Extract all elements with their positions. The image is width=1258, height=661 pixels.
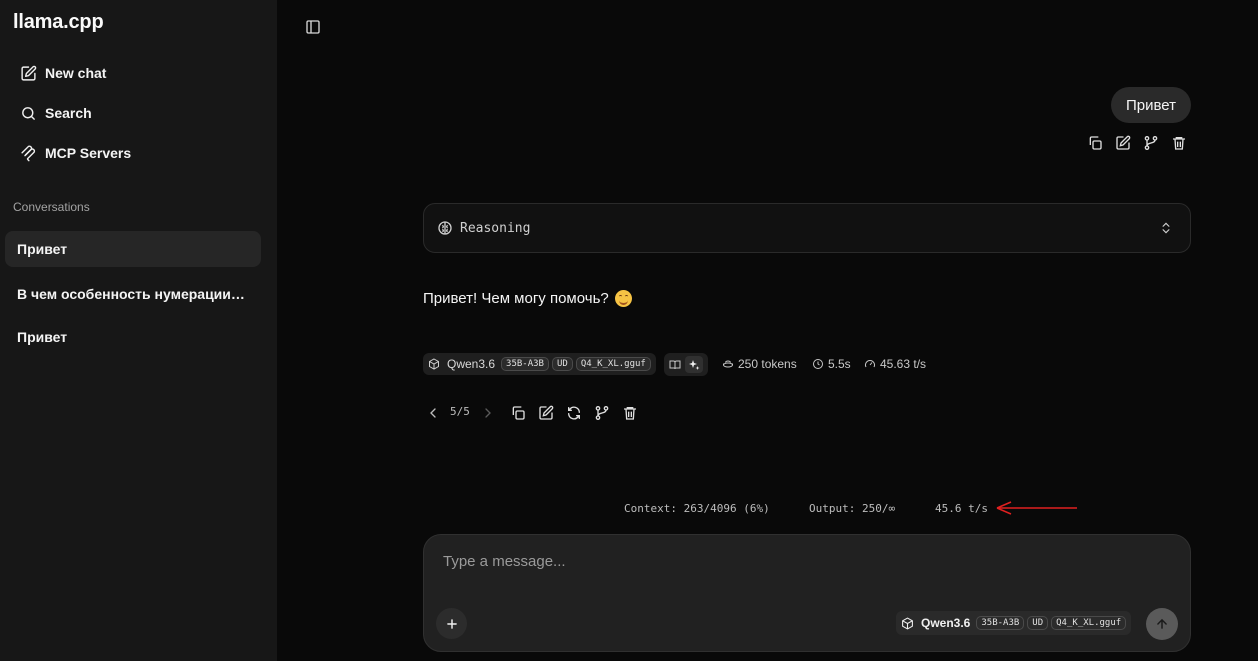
reasoning-toggle[interactable]: Reasoning — [423, 203, 1191, 253]
edit-button[interactable] — [1112, 132, 1134, 154]
plus-icon — [446, 618, 457, 629]
assistant-message-text: Привет! Чем могу помочь? — [423, 290, 609, 307]
chevrons-up-down-icon — [1162, 222, 1170, 234]
previous-version-button[interactable] — [422, 402, 444, 424]
model-badge: Qwen3.6 35B-A3B UD Q4_K_XL.gguf — [423, 353, 656, 375]
red-arrow-annotation — [996, 501, 1077, 515]
copy-button[interactable] — [1084, 132, 1106, 154]
search-icon — [22, 106, 35, 120]
regenerate-button[interactable] — [563, 402, 585, 424]
add-attachment-button[interactable] — [436, 608, 467, 639]
refresh-icon — [568, 406, 580, 420]
new-chat-label: New chat — [45, 65, 107, 81]
panel-left-icon — [306, 20, 320, 34]
sparkles-icon — [689, 359, 700, 370]
reasoning-label: Reasoning — [460, 220, 531, 236]
branch-button[interactable] — [591, 402, 613, 424]
package-icon — [902, 616, 913, 630]
mcp-servers-label: MCP Servers — [45, 145, 132, 161]
sidebar-toggle-button[interactable] — [302, 16, 324, 38]
book-open-icon[interactable] — [669, 359, 681, 371]
message-input[interactable] — [443, 549, 1143, 573]
model-tag: Q4_K_XL.gguf — [575, 357, 651, 371]
brain-icon — [438, 221, 452, 235]
search-label: Search — [45, 105, 92, 121]
delete-button[interactable] — [1168, 132, 1190, 154]
output-usage: Output: 250/∞ — [809, 502, 896, 515]
search-button[interactable]: Search — [20, 101, 92, 125]
chat-area: Привет Reasoning Привет! Чем могу помочь… — [277, 0, 1258, 661]
model-tag: 35B-A3B — [501, 357, 549, 371]
clock-icon — [813, 359, 823, 369]
speed-readout: 45.6 t/s — [935, 502, 988, 515]
new-chat-button[interactable]: New chat — [20, 61, 106, 85]
edit-icon — [1116, 135, 1131, 150]
app-title: llama.cpp — [13, 11, 104, 33]
conversation-title: Привет — [17, 241, 68, 257]
message-composer: Qwen3.6 35B-A3B UD Q4_K_XL.gguf — [423, 534, 1191, 652]
conversation-item[interactable]: Привет — [5, 231, 261, 267]
conversation-title: В чем особенность нумерации г... — [17, 286, 245, 302]
chevron-right-icon — [485, 408, 491, 418]
model-name: Qwen3.6 — [921, 616, 971, 630]
model-tag: UD — [1027, 616, 1049, 630]
sidebar: llama.cpp New chat Search MCP Servers Co… — [0, 0, 277, 661]
model-tag: UD — [551, 357, 573, 371]
assistant-message: Привет! Чем могу помочь? — [423, 290, 632, 307]
copy-button[interactable] — [507, 402, 529, 424]
model-selector[interactable]: Qwen3.6 35B-A3B UD Q4_K_XL.gguf — [896, 611, 1132, 635]
user-message-bubble: Привет — [1110, 87, 1191, 123]
edit-button[interactable] — [535, 402, 557, 424]
edit-icon — [21, 65, 37, 81]
version-pager: 5/5 — [450, 405, 470, 418]
delete-button[interactable] — [619, 402, 641, 424]
conversation-item[interactable]: В чем особенность нумерации г... — [5, 276, 261, 312]
package-icon — [429, 358, 439, 370]
conversations-heading: Conversations — [13, 200, 90, 214]
sparkles-button[interactable] — [685, 356, 703, 373]
next-version-button[interactable] — [477, 402, 499, 424]
trash-icon — [624, 407, 636, 420]
trash-icon — [1173, 137, 1185, 150]
mcp-servers-button[interactable]: MCP Servers — [20, 141, 131, 165]
gauge-icon — [865, 360, 875, 368]
conversation-item[interactable]: Привет — [5, 319, 261, 355]
copy-icon — [512, 406, 525, 420]
copy-icon — [1089, 136, 1102, 150]
generation-time: 5.5s — [812, 357, 851, 371]
mcp-icon — [21, 145, 36, 161]
git-branch-icon — [1144, 136, 1158, 150]
tokens-icon — [723, 360, 733, 368]
branch-button[interactable] — [1140, 132, 1162, 154]
model-name: Qwen3.6 — [447, 357, 496, 371]
arrow-up-icon — [1157, 618, 1167, 629]
token-count: 250 tokens — [722, 357, 797, 371]
chevron-left-icon — [430, 408, 436, 418]
send-button[interactable] — [1146, 608, 1178, 640]
model-tag: Q4_K_XL.gguf — [1051, 616, 1127, 630]
model-tag: 35B-A3B — [976, 616, 1025, 630]
conversation-title: Привет — [17, 329, 68, 345]
context-usage: Context: 263/4096 (6%) — [624, 502, 770, 515]
generation-speed: 45.63 t/s — [864, 357, 926, 371]
git-branch-icon — [595, 406, 609, 420]
smiling-face-emoji-icon — [614, 290, 632, 307]
view-mode-toggle — [664, 353, 708, 376]
edit-icon — [539, 405, 554, 420]
